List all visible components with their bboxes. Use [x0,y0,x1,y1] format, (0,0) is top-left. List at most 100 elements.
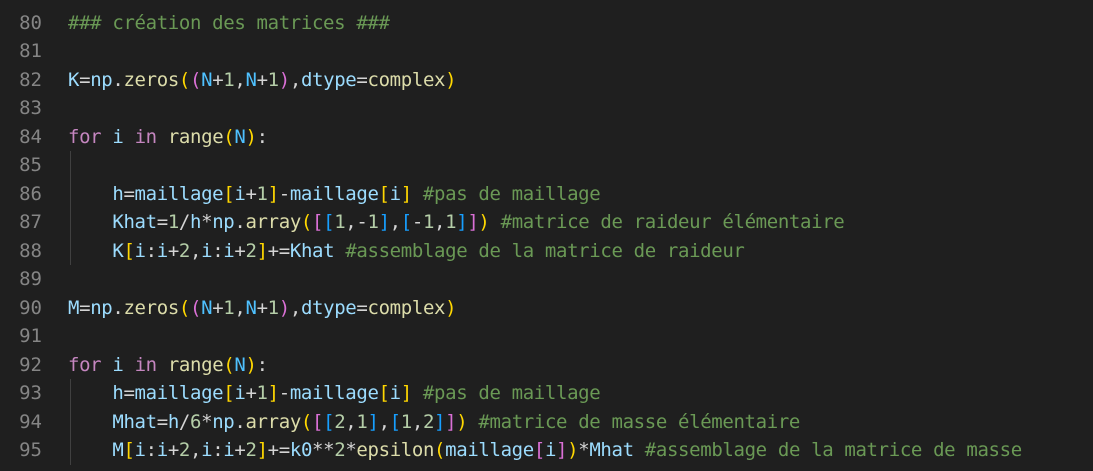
line-code[interactable]: Khat=1/h*np.array([[1,-1],[-1,1]]) #matr… [68,208,844,237]
code-token: for [68,125,102,148]
code-line[interactable]: 91 [0,322,1093,351]
code-token: ) [478,211,490,233]
code-token: i [156,239,168,262]
code-token: 2 [334,410,346,433]
line-code[interactable]: M=np.zeros((N+1,N+1),dtype=complex) [68,294,457,323]
code-token: dtype [300,68,357,91]
code-line[interactable]: 90 M=np.zeros((N+1,N+1),dtype=complex) [0,294,1093,323]
line-code[interactable]: h=maillage[i+1]-maillage[i] #pas de mail… [68,379,600,408]
code-line[interactable]: 93 h=maillage[i+1]-maillage[i] #pas de m… [0,379,1093,408]
code-token: [ [389,410,401,433]
code-editor[interactable]: 80 ### création des matrices ### 81 82 K=np.… [0,0,1093,471]
code-token: 1 [267,68,279,91]
code-token: 1 [356,410,368,433]
code-token: [ [123,439,135,461]
code-token: ( [178,296,191,319]
code-token: for [68,353,102,376]
code-token: N [245,296,257,319]
code-token: , [345,410,357,433]
code-token: ( [434,439,446,461]
code-token: 1 [256,382,268,404]
code-token: ] [456,211,468,233]
code-token: maillage [134,182,224,205]
code-token: ] [367,410,379,433]
code-token: maillage [445,439,534,461]
line-number: 85 [19,154,42,176]
code-token: 1 [223,68,235,91]
line-number: 94 [19,410,42,433]
code-line[interactable]: 88 K[i:i+2,i:i+2]+=Khat #assemblage de l… [0,237,1093,266]
code-token: i [201,439,213,461]
line-code[interactable]: for i in range(N): [68,123,268,152]
code-line[interactable]: 92 for i in range(N): [0,351,1093,380]
code-line[interactable]: 86 h=maillage[i+1]-maillage[i] #pas de m… [0,180,1093,209]
code-token: = [356,68,368,91]
code-token: in [134,125,158,148]
code-token: np [90,68,113,91]
code-token: 2 [422,410,435,433]
code-line[interactable]: 84 for i in range(N): [0,123,1093,152]
code-token: ( [300,211,313,233]
code-token: ( [190,296,202,319]
code-token: array [245,211,301,233]
code-token: i [544,439,557,461]
code-token: + [234,239,246,262]
code-token: ) [245,353,257,376]
code-line[interactable]: 95 M[i:i+2,i:i+2]+=k0**2*epsilon(maillag… [0,436,1093,465]
code-token: [ [312,211,324,233]
line-code[interactable]: K[i:i+2,i:i+2]+=Khat #assemblage de la m… [68,237,745,266]
code-token: in [134,353,158,376]
line-code[interactable]: M[i:i+2,i:i+2]+=k0**2*epsilon(maillage[i… [68,436,1022,465]
code-token: ( [223,353,235,376]
code-token: zeros [123,296,179,319]
code-token: + [167,239,179,262]
code-line[interactable]: 82 K=np.zeros((N+1,N+1),dtype=complex) [0,66,1093,95]
line-number: 87 [19,211,42,233]
code-token: i [234,182,246,205]
code-line[interactable]: 80 ### création des matrices ### [0,9,1093,38]
code-token: * [345,439,357,461]
code-line[interactable]: 83 [0,94,1093,123]
code-token: , [234,296,246,319]
code-token: k0 [289,439,313,461]
line-code[interactable]: K=np.zeros((N+1,N+1),dtype=complex) [68,66,457,95]
line-code[interactable]: Mhat=h/6*np.array([[2,1],[1,2]]) #matric… [68,408,800,437]
code-line[interactable]: 87 Khat=1/h*np.array([[1,-1],[-1,1]]) #m… [0,208,1093,237]
code-token: = [156,211,168,233]
code-token: ) [278,68,290,91]
code-token: += [267,439,291,461]
line-number: 88 [19,239,42,262]
line-number: 90 [19,296,42,319]
code-line[interactable]: 94 Mhat=h/6*np.array([[2,1],[1,2]]) #mat… [0,408,1093,437]
line-code[interactable]: ### création des matrices ### [68,9,390,38]
code-token: - [278,382,290,404]
code-token: K [112,239,124,262]
code-token: ] [267,382,279,404]
code-token: , [389,211,401,233]
code-comment: #pas de maillage [422,182,601,205]
code-token: [ [223,182,235,205]
code-line[interactable]: 81 [0,37,1093,66]
code-line[interactable]: 85 [0,151,1093,180]
code-token: + [256,68,268,91]
line-number: 93 [19,382,42,404]
code-token: - [278,182,290,205]
code-token: [ [400,211,412,233]
line-code[interactable]: for i in range(N): [68,351,268,380]
code-token: [ [223,382,235,404]
code-token: i [223,439,235,461]
code-line[interactable]: 89 [0,265,1093,294]
code-token: , [434,211,446,233]
code-token: ] [400,382,412,404]
line-code[interactable]: h=maillage[i+1]-maillage[i] #pas de mail… [68,180,600,209]
code-token: , [289,296,301,319]
code-token: epsilon [356,439,435,461]
code-token: i [134,439,146,461]
